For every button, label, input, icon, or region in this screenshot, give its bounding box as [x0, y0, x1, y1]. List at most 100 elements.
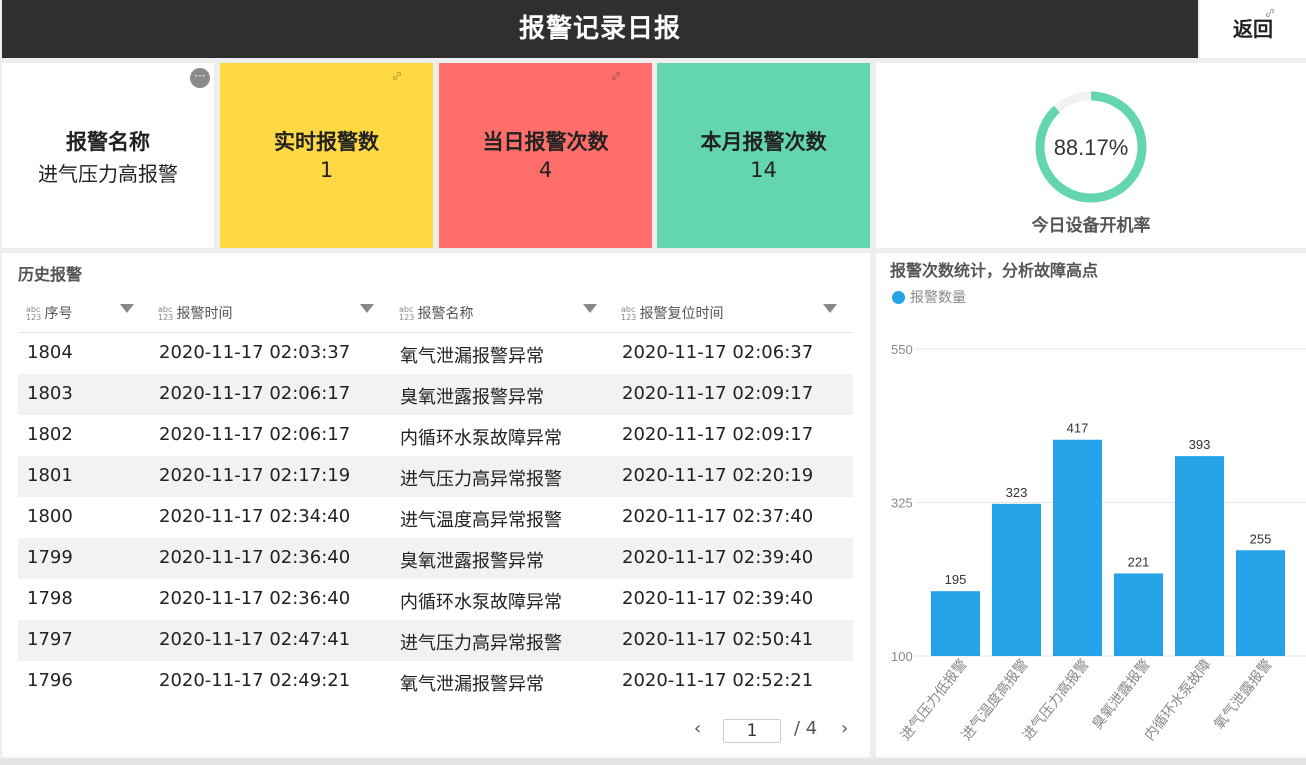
table-row[interactable]: 1799 2020-11-17 02:36:40 臭氧泄露报警异常 2020-11-1… [18, 538, 853, 579]
daily-alarm-card: 当日报警次数 4 [439, 63, 652, 248]
row-index: 1798 [27, 588, 73, 609]
alarm-name-value: 进气压力高报警 [38, 162, 178, 186]
filter-icon[interactable] [583, 304, 597, 313]
row-index: 1799 [27, 547, 73, 568]
monthly-alarm-card: 本月报警次数 14 [657, 63, 870, 248]
realtime-alarm-label: 实时报警数 [274, 130, 379, 154]
next-page-button[interactable]: › [841, 718, 848, 739]
row-alarm-time: 2020-11-17 02:34:40 [159, 506, 351, 527]
row-alarm-name: 进气压力高异常报警 [400, 633, 562, 654]
column-header-index[interactable]: abc 123 序号 [26, 303, 72, 323]
filter-icon[interactable] [823, 304, 837, 313]
bar[interactable] [1114, 573, 1163, 656]
table-row[interactable]: 1800 2020-11-17 02:34:40 进气温度高异常报警 2020-11-… [18, 497, 853, 538]
row-alarm-time: 2020-11-17 02:49:21 [159, 670, 351, 691]
row-reset-time: 2020-11-17 02:39:40 [622, 547, 814, 568]
row-alarm-name: 内循环水泵故障异常 [400, 592, 562, 613]
row-alarm-time: 2020-11-17 02:03:37 [159, 342, 351, 363]
row-alarm-time: 2020-11-17 02:06:17 [159, 424, 351, 445]
row-alarm-name: 臭氧泄露报警异常 [400, 551, 544, 572]
row-alarm-time: 2020-11-17 02:06:17 [159, 383, 351, 404]
x-category-label: 内循环水泵故障 [1142, 657, 1215, 744]
column-header-reset-time[interactable]: abc 123 报警复位时间 [621, 303, 723, 323]
text-type-icon: abc 123 [158, 305, 174, 322]
table-row[interactable]: 1803 2020-11-17 02:06:17 臭氧泄露报警异常 2020-11-1… [18, 374, 853, 415]
row-alarm-name: 进气压力高异常报警 [400, 469, 562, 490]
filter-icon[interactable] [120, 304, 134, 313]
row-reset-time: 2020-11-17 02:52:21 [622, 670, 814, 691]
gauge-value: 88.17% [1054, 135, 1129, 160]
row-alarm-time: 2020-11-17 02:47:41 [159, 629, 351, 650]
more-options-icon[interactable]: ··· [190, 68, 210, 88]
bar-value-label: 393 [1189, 437, 1211, 452]
row-reset-time: 2020-11-17 02:06:37 [622, 342, 814, 363]
link-icon[interactable] [610, 70, 622, 82]
daily-alarm-label: 当日报警次数 [482, 130, 609, 154]
row-reset-time: 2020-11-17 02:20:19 [622, 465, 814, 486]
x-category-label: 氧气泄露报警 [1211, 657, 1275, 733]
link-icon[interactable] [391, 70, 403, 82]
page-input[interactable]: 1 [723, 719, 781, 743]
row-index: 1803 [27, 383, 73, 404]
table-row[interactable]: 1798 2020-11-17 02:36:40 内循环水泵故障异常 2020-11-… [18, 579, 853, 620]
bar[interactable] [1175, 456, 1224, 656]
gauge-label: 今日设备开机率 [1031, 216, 1151, 236]
row-alarm-name: 臭氧泄露报警异常 [400, 387, 544, 408]
alarm-stats-panel: 报警次数统计，分析故障高点 报警数量 550 325 100 195 进气压力低报警 32… [876, 253, 1306, 757]
row-reset-time: 2020-11-17 02:09:17 [622, 383, 814, 404]
bar-value-label: 417 [1067, 421, 1089, 436]
row-index: 1802 [27, 424, 73, 445]
uptime-gauge-panel: 88.17% 今日设备开机率 [876, 63, 1306, 248]
page-title: 报警记录日报 [518, 14, 681, 44]
y-tick-label: 550 [891, 342, 913, 357]
bar-value-label: 195 [945, 572, 967, 587]
back-button[interactable]: 返回 [1200, 0, 1306, 58]
bar-value-label: 221 [1128, 554, 1150, 569]
x-category-label: 臭氧泄露报警 [1089, 657, 1153, 733]
row-alarm-name: 氧气泄漏报警异常 [400, 346, 544, 367]
y-tick-label: 100 [891, 649, 913, 664]
bar[interactable] [1236, 550, 1285, 656]
table-body: 1804 2020-11-17 02:03:37 氧气泄漏报警异常 2020-11-1… [18, 333, 853, 702]
history-alarm-panel: 历史报警 abc 123 序号 abc 123 报警时间 abc 123 报警名… [2, 253, 870, 757]
row-reset-time: 2020-11-17 02:37:40 [622, 506, 814, 527]
alarm-name-label: 报警名称 [66, 130, 150, 154]
bar[interactable] [1053, 439, 1102, 656]
row-index: 1800 [27, 506, 73, 527]
filter-icon[interactable] [360, 304, 374, 313]
table-row[interactable]: 1804 2020-11-17 02:03:37 氧气泄漏报警异常 2020-11-1… [18, 333, 853, 374]
column-header-alarm-time[interactable]: abc 123 报警时间 [158, 303, 232, 323]
table-row[interactable]: 1801 2020-11-17 02:17:19 进气压力高异常报警 2020-11-… [18, 456, 853, 497]
history-table: abc 123 序号 abc 123 报警时间 abc 123 报警名称 abc… [18, 291, 853, 702]
table-row[interactable]: 1797 2020-11-17 02:47:41 进气压力高异常报警 2020-11-… [18, 620, 853, 661]
prev-page-button[interactable]: ‹ [694, 718, 701, 739]
text-type-icon: abc 123 [621, 305, 637, 322]
row-reset-time: 2020-11-17 02:09:17 [622, 424, 814, 445]
daily-alarm-value: 4 [538, 158, 553, 182]
monthly-alarm-value: 14 [750, 158, 777, 182]
text-type-icon: abc 123 [26, 305, 42, 322]
table-header: abc 123 序号 abc 123 报警时间 abc 123 报警名称 abc… [18, 291, 853, 333]
table-row[interactable]: 1802 2020-11-17 02:06:17 内循环水泵故障异常 2020-11-… [18, 415, 853, 456]
table-row[interactable]: 1796 2020-11-17 02:49:21 氧气泄漏报警异常 2020-11-1… [18, 661, 853, 702]
row-alarm-name: 内循环水泵故障异常 [400, 428, 562, 449]
row-index: 1804 [27, 342, 73, 363]
page-total: / 4 [794, 718, 818, 739]
x-category-label: 进气压力低报警 [898, 657, 971, 744]
bar[interactable] [931, 591, 980, 656]
header-bar: 报警记录日报 [2, 0, 1198, 58]
bottom-strip [0, 759, 1306, 765]
bar[interactable] [992, 503, 1041, 656]
row-alarm-time: 2020-11-17 02:36:40 [159, 588, 351, 609]
bar-value-label: 323 [1006, 485, 1028, 500]
bar-value-label: 255 [1250, 531, 1272, 546]
alarm-name-card: ··· 报警名称 进气压力高报警 [2, 63, 214, 248]
realtime-alarm-value: 1 [319, 158, 334, 182]
row-alarm-time: 2020-11-17 02:36:40 [159, 547, 351, 568]
bar-chart: 550 325 100 195 进气压力低报警 323 进气温度高报警 417 进气压力高报警 2… [891, 342, 1306, 744]
column-header-alarm-name[interactable]: abc 123 报警名称 [399, 303, 473, 323]
realtime-alarm-card: 实时报警数 1 [220, 63, 433, 248]
row-alarm-time: 2020-11-17 02:17:19 [159, 465, 351, 486]
link-icon[interactable] [1264, 7, 1276, 19]
row-alarm-name: 氧气泄漏报警异常 [400, 674, 544, 695]
